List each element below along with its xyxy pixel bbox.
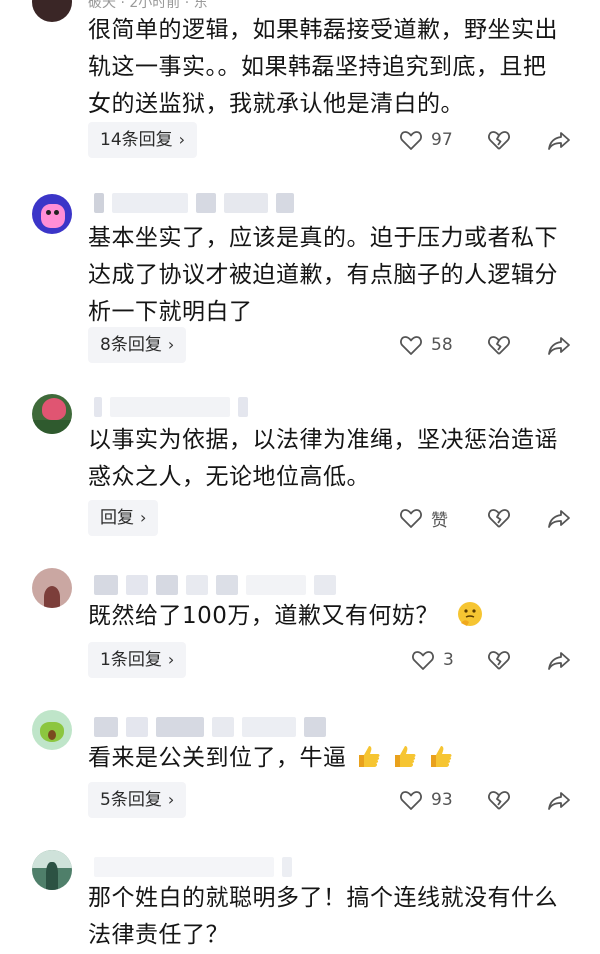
dislike-button[interactable] — [487, 327, 511, 363]
comment-text-body: 看来是公关到位了，牛逼 — [88, 745, 347, 771]
heart-icon — [400, 791, 422, 810]
heart-icon — [412, 651, 434, 670]
chevron-right-icon: › — [167, 790, 175, 809]
chevron-right-icon: › — [178, 130, 186, 149]
view-replies-button[interactable]: 1条回复 › — [88, 642, 187, 678]
share-arrow-icon — [548, 337, 570, 355]
username-blurred[interactable] — [94, 716, 326, 738]
comment-actions: 97 — [395, 122, 575, 158]
avatar[interactable] — [32, 710, 72, 750]
comment-text: 以事实为依据，以法律为准绳，坚决惩治造谣惑众之人，无论地位高低。 — [88, 427, 558, 490]
share-button[interactable] — [547, 642, 571, 678]
comment-actions: 赞 — [395, 500, 575, 536]
top-meta: 破天 · 2小时前 · 东 — [88, 0, 208, 11]
share-arrow-icon — [548, 652, 570, 670]
share-arrow-icon — [548, 792, 570, 810]
view-replies-button[interactable]: 8条回复 › — [88, 327, 187, 363]
like-button[interactable]: 93 — [399, 782, 453, 818]
heart-icon — [400, 336, 422, 355]
thinking-face-icon — [457, 602, 482, 626]
like-button[interactable]: 58 — [399, 327, 453, 363]
share-button[interactable] — [547, 500, 571, 536]
avatar[interactable] — [32, 0, 72, 22]
reply-button[interactable]: 回复 › — [88, 500, 159, 536]
share-button[interactable] — [547, 782, 571, 818]
like-count: 93 — [431, 790, 453, 810]
username-blurred[interactable] — [94, 396, 248, 418]
broken-heart-icon — [488, 131, 510, 150]
share-button[interactable] — [547, 122, 571, 158]
dislike-button[interactable] — [487, 782, 511, 818]
comment-text: 看来是公关到位了，牛逼 — [88, 740, 568, 777]
share-arrow-icon — [548, 510, 570, 528]
thumbs-up-icon — [430, 746, 452, 767]
username-blurred[interactable] — [94, 856, 292, 878]
avatar[interactable] — [32, 194, 72, 234]
share-arrow-icon — [548, 132, 570, 150]
thumbs-up-icon — [359, 746, 380, 767]
view-replies-button[interactable]: 5条回复 › — [88, 782, 187, 818]
dislike-button[interactable] — [487, 122, 511, 158]
dislike-button[interactable] — [487, 500, 511, 536]
heart-icon — [400, 131, 422, 150]
broken-heart-icon — [488, 791, 510, 810]
reply-label: 1条回复 — [100, 650, 162, 670]
comment-actions: 93 — [395, 782, 575, 818]
reply-label: 5条回复 — [100, 790, 162, 810]
username-blurred[interactable] — [94, 192, 294, 214]
thumbs-up-icon — [395, 746, 416, 767]
comment-text-body: 既然给了100万，道歉又有何妨？ — [88, 603, 439, 629]
heart-icon — [400, 509, 422, 528]
dislike-button[interactable] — [487, 642, 511, 678]
chevron-right-icon: › — [167, 335, 175, 354]
comment-actions: 3 — [395, 642, 575, 678]
broken-heart-icon — [488, 651, 510, 670]
like-button[interactable]: 赞 — [399, 500, 448, 536]
share-button[interactable] — [547, 327, 571, 363]
reply-label: 回复 — [100, 508, 134, 528]
avatar[interactable] — [32, 394, 72, 434]
view-replies-button[interactable]: 14条回复 › — [88, 122, 198, 158]
comment-text: 基本坐实了，应该是真的。迫于压力或者私下达成了协议才被迫道歉，有点脑子的人逻辑分… — [88, 225, 558, 325]
like-count: 3 — [443, 650, 454, 670]
like-count: 58 — [431, 335, 453, 355]
comment-text: 那个姓白的就聪明多了！搞个连线就没有什么法律责任了？ — [88, 885, 558, 948]
username-blurred[interactable] — [94, 574, 336, 596]
comment-text: 既然给了100万，道歉又有何妨？ — [88, 598, 568, 635]
comment-text: 很简单的逻辑，如果韩磊接受道歉，野坐实出轨这一事实。。如果韩磊坚持追究到底，且把… — [88, 17, 558, 117]
like-button[interactable]: 97 — [399, 122, 453, 158]
like-count: 97 — [431, 130, 453, 150]
avatar[interactable] — [32, 850, 72, 890]
like-label: 赞 — [431, 510, 448, 531]
reply-label: 8条回复 — [100, 335, 162, 355]
broken-heart-icon — [488, 336, 510, 355]
avatar[interactable] — [32, 568, 72, 608]
chevron-right-icon: › — [167, 650, 175, 669]
broken-heart-icon — [488, 509, 510, 528]
chevron-right-icon: › — [140, 508, 147, 527]
reply-label: 14条回复 — [100, 130, 173, 150]
comment-actions: 58 — [395, 327, 575, 363]
like-button[interactable]: 3 — [411, 642, 454, 678]
